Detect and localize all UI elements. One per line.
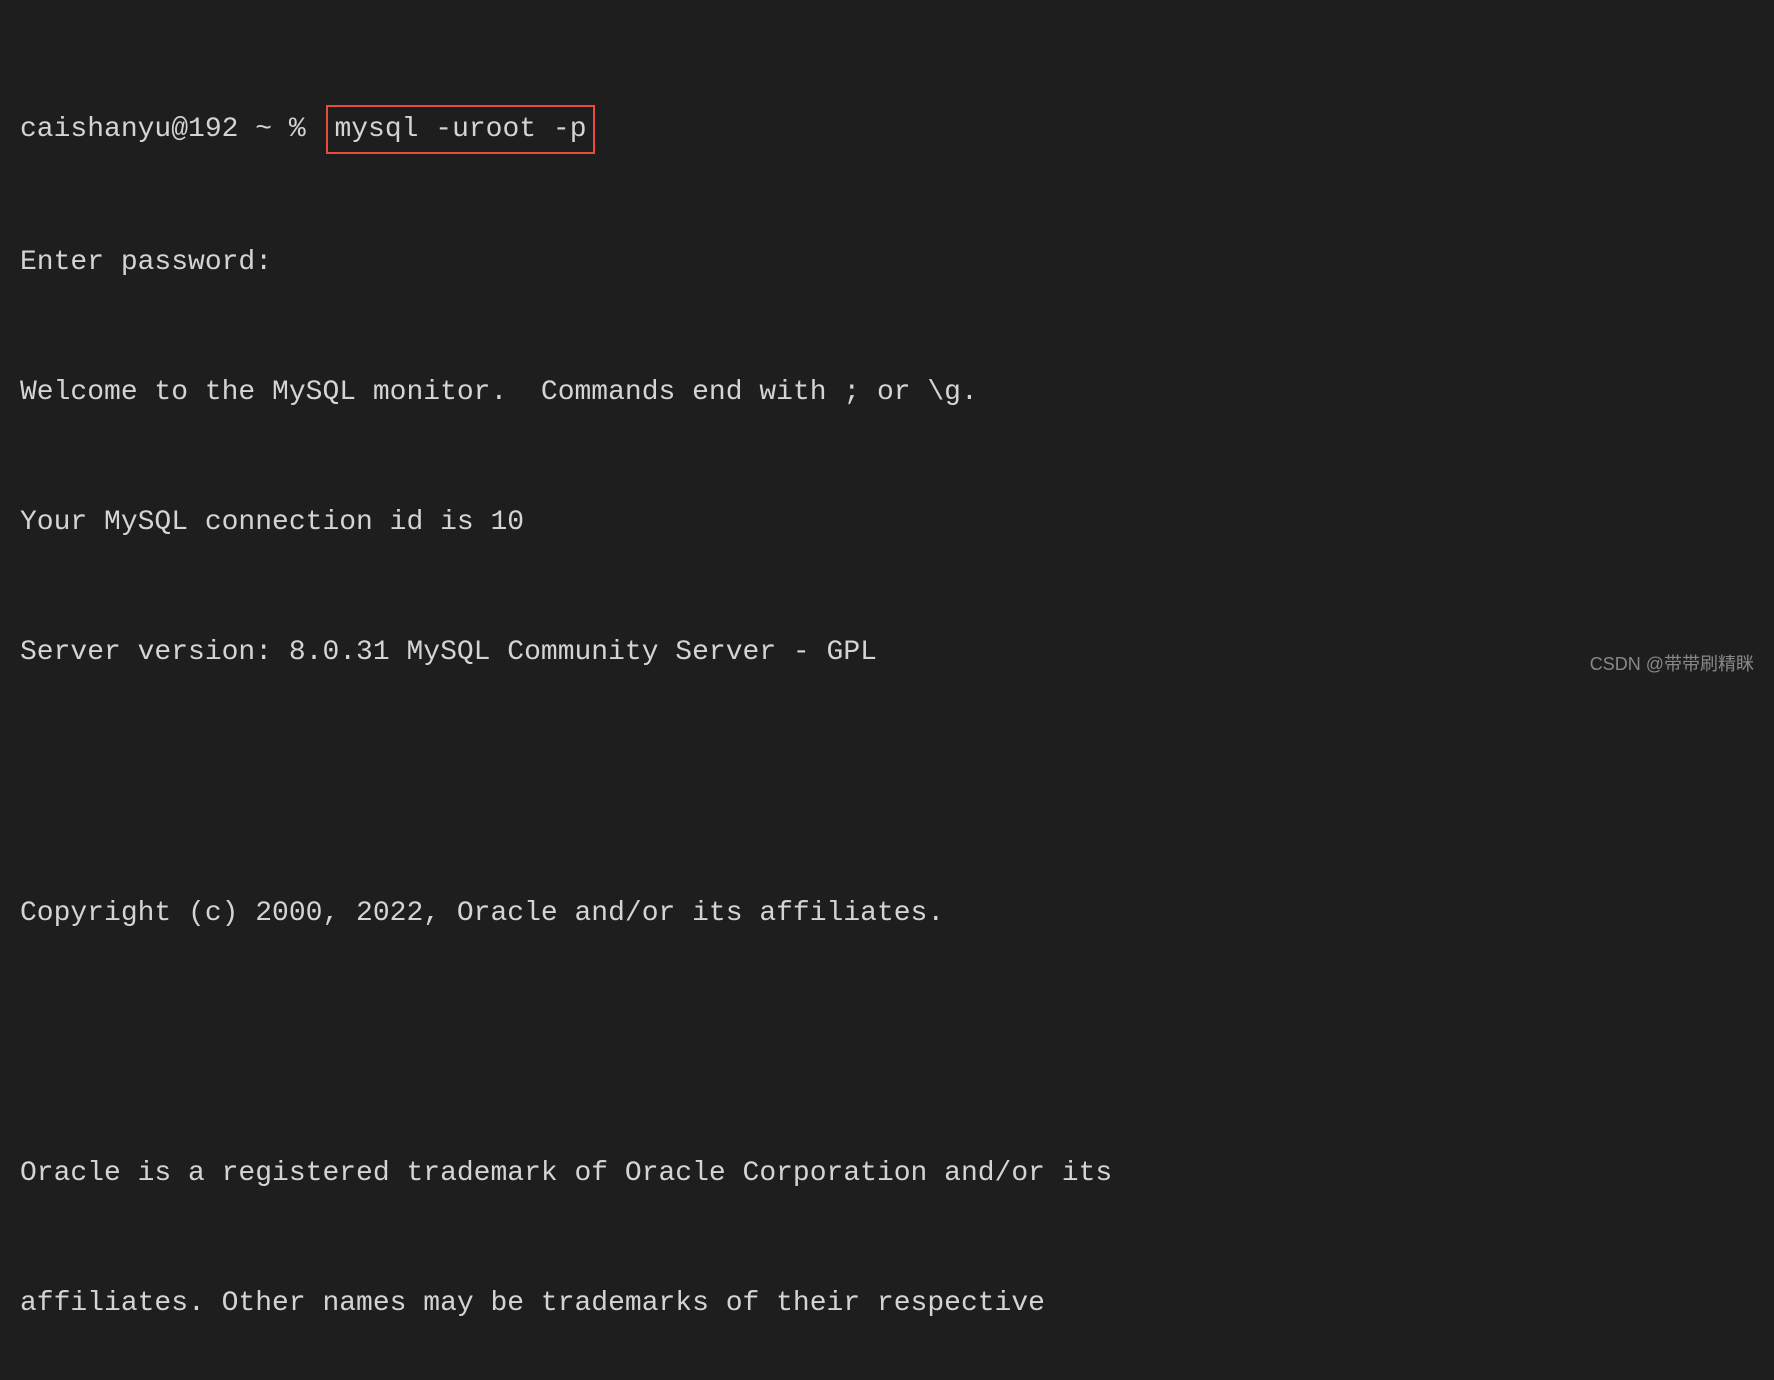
blank-1	[20, 762, 1754, 805]
output-welcome: Welcome to the MySQL monitor. Commands e…	[20, 371, 1754, 414]
shell-prompt: caishanyu@192 ~ %	[20, 108, 322, 151]
command-line: caishanyu@192 ~ % mysql -uroot -p	[20, 105, 1754, 154]
blank-2	[20, 1022, 1754, 1065]
watermark: CSDN @带带刷精眯	[1590, 650, 1754, 676]
output-trademark-1: Oracle is a registered trademark of Orac…	[20, 1152, 1754, 1195]
command-input: mysql -uroot -p	[326, 105, 594, 154]
output-connection-id: Your MySQL connection id is 10	[20, 501, 1754, 544]
output-trademark-2: affiliates. Other names may be trademark…	[20, 1282, 1754, 1325]
output-copyright: Copyright (c) 2000, 2022, Oracle and/or …	[20, 892, 1754, 935]
output-enter-password: Enter password:	[20, 241, 1754, 284]
terminal-window: caishanyu@192 ~ % mysql -uroot -p Enter …	[0, 0, 1774, 1380]
output-server-version: Server version: 8.0.31 MySQL Community S…	[20, 631, 1754, 674]
